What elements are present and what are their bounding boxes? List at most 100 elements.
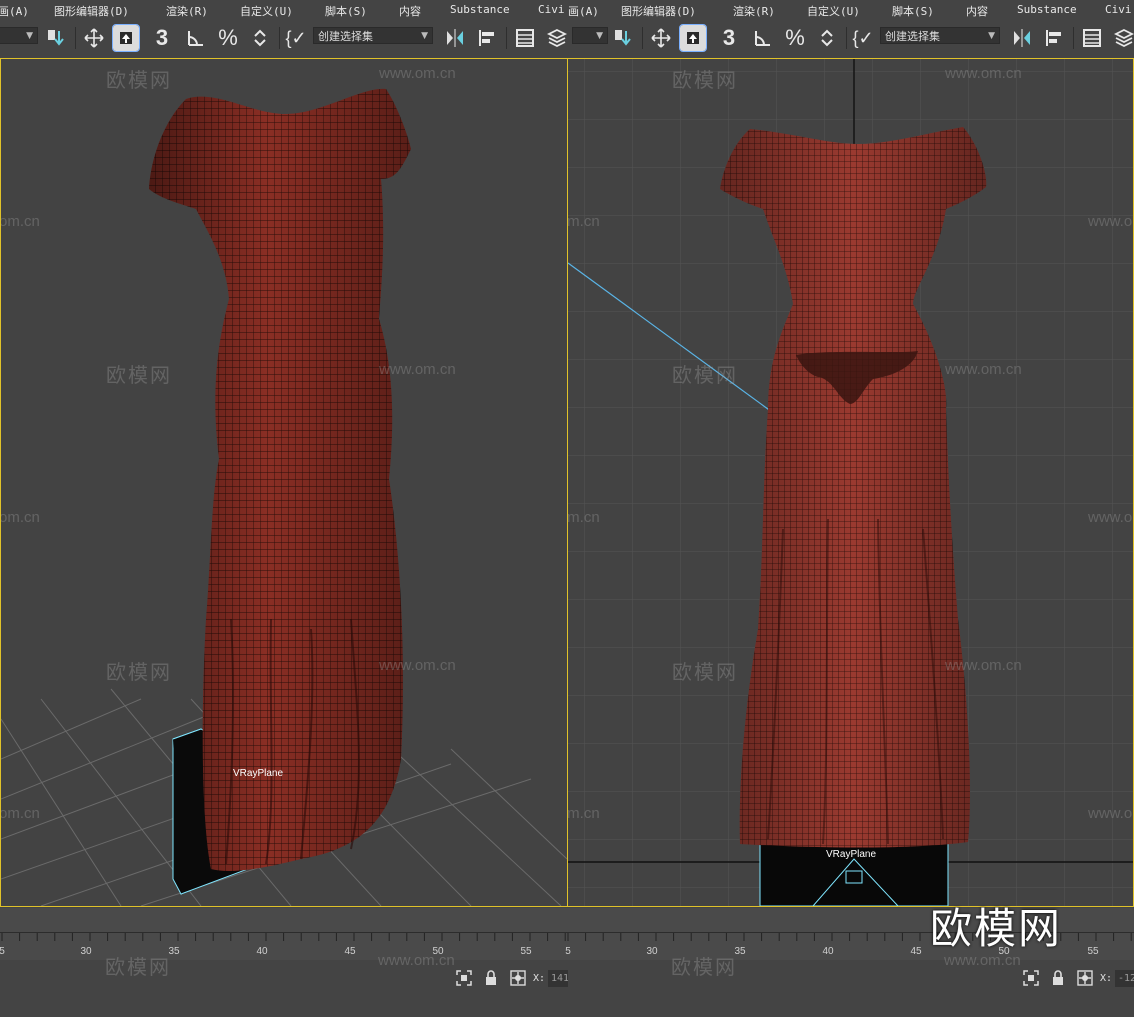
select-move-icon[interactable] — [81, 25, 107, 51]
watermark-url: www.om.cn — [945, 657, 1022, 674]
absolute-mode-icon[interactable] — [1077, 970, 1093, 986]
select-move-icon[interactable] — [648, 25, 674, 51]
selection-filter-dropdown[interactable]: ▼ — [0, 27, 38, 44]
watermark-url: www.om.cn — [567, 509, 600, 526]
menu-animation[interactable]: 画(A) — [0, 3, 29, 19]
scene-explorer-icon[interactable] — [512, 25, 538, 51]
named-selection-set-dropdown[interactable]: 创建选择集 ▼ — [313, 27, 433, 44]
watermark-text: 欧模网 — [672, 662, 738, 684]
align-icon[interactable] — [1041, 25, 1067, 51]
mirror-icon[interactable] — [1009, 25, 1035, 51]
menu-graph-editors-2[interactable]: 图形编辑器(D) — [621, 3, 696, 19]
toolbar-divider — [506, 27, 507, 49]
timeline-tick-label: 5 — [565, 946, 571, 957]
chevron-down-icon: ▼ — [596, 31, 603, 41]
main-toolbar: ▼ 3 % {✓ 创建选择集 ▼ ▼ 3 % {✓ 创建选择集 ▼ — [0, 19, 1134, 57]
isolate-selection-icon[interactable] — [1023, 970, 1039, 986]
watermark-url: www.om.cn — [378, 952, 455, 969]
edit-named-selection-icon[interactable]: {✓ — [283, 25, 309, 51]
front-scene — [568, 59, 1133, 906]
watermark-url: om.cn — [0, 213, 40, 230]
selection-filter-dropdown-2[interactable]: ▼ — [572, 27, 608, 44]
menu-rendering[interactable]: 渲染(R) — [166, 3, 208, 19]
align-icon[interactable] — [474, 25, 500, 51]
toolbar-divider — [642, 27, 643, 49]
lock-icon[interactable] — [1050, 970, 1066, 986]
front-viewport[interactable]: VRayPlane 欧模网 www.om.cn www.om.cn www.om… — [567, 58, 1134, 907]
named-selection-set-dropdown-2[interactable]: 创建选择集 ▼ — [880, 27, 1000, 44]
watermark-text: 欧模网 — [671, 957, 737, 979]
angle-snap-icon[interactable] — [750, 25, 776, 51]
watermark-text: 欧模网 — [106, 70, 172, 92]
snap-toggle-icon[interactable]: 3 — [716, 25, 742, 51]
timeline-tick-label: 40 — [256, 946, 268, 957]
menu-substance-2[interactable]: Substance — [1017, 3, 1077, 16]
toolbar-divider — [279, 27, 280, 49]
menu-customize-2[interactable]: 自定义(U) — [807, 3, 860, 19]
scene-explorer-icon[interactable] — [1079, 25, 1105, 51]
vray-plane-label: VRayPlane — [826, 849, 877, 860]
chevron-down-icon: ▼ — [988, 31, 995, 41]
vray-plane-label: VRayPlane — [233, 768, 284, 779]
toolbar-divider — [846, 27, 847, 49]
menu-content-2[interactable]: 内容 — [966, 3, 988, 19]
mirror-icon[interactable] — [442, 25, 468, 51]
menu-content[interactable]: 内容 — [399, 3, 421, 19]
perspective-viewport[interactable]: VRayPlane 欧模网 www.om.cn om.cn 欧模网 www.om… — [0, 58, 568, 907]
menu-graph-editors[interactable]: 图形编辑器(D) — [54, 3, 129, 19]
isolate-selection-icon[interactable] — [456, 970, 472, 986]
lock-icon[interactable] — [483, 970, 499, 986]
x-coordinate-field[interactable]: 141 — [548, 970, 568, 987]
select-object-icon[interactable] — [112, 24, 140, 52]
watermark-url: www.om.cn — [379, 65, 456, 82]
toolbar-divider — [1073, 27, 1074, 49]
watermark-url: www.om.cn — [1088, 805, 1133, 822]
layer-explorer-icon[interactable] — [544, 25, 570, 51]
watermark-url: om.cn — [0, 805, 40, 822]
percent-snap-icon[interactable]: % — [215, 25, 241, 51]
watermark-url: www.om.cn — [945, 65, 1022, 82]
watermark-url: www.om.cn — [1088, 509, 1133, 526]
watermark-url: www.om.cn — [379, 657, 456, 674]
spinner-snap-icon[interactable] — [247, 25, 273, 51]
menu-rendering-2[interactable]: 渲染(R) — [733, 3, 775, 19]
select-link-icon[interactable] — [610, 25, 636, 51]
watermark-url: www.om.cn — [567, 213, 600, 230]
perspective-scene — [1, 88, 567, 906]
chevron-down-icon: ▼ — [26, 31, 33, 41]
x-coordinate-label: X: — [1100, 973, 1113, 984]
watermark-text: 欧模网 — [672, 70, 738, 92]
menu-civil[interactable]: Civi — [538, 3, 565, 16]
menu-bar: 画(A) 图形编辑器(D) 渲染(R) 自定义(U) 脚本(S) 内容 Subs… — [0, 0, 1134, 19]
angle-snap-icon[interactable] — [183, 25, 209, 51]
chevron-down-icon: ▼ — [421, 31, 428, 41]
timeline-tick-label: 55 — [520, 946, 532, 957]
menu-animation-2[interactable]: 画(A) — [568, 3, 599, 19]
timeline-tick-label: 45 — [344, 946, 356, 957]
select-object-icon[interactable] — [679, 24, 707, 52]
layer-explorer-icon[interactable] — [1111, 25, 1134, 51]
x-coordinate-field[interactable]: -12 — [1115, 970, 1134, 987]
absolute-mode-icon[interactable] — [510, 970, 526, 986]
watermark-url: www.om.cn — [379, 361, 456, 378]
watermark-text: 欧模网 — [105, 957, 171, 979]
snap-toggle-icon[interactable]: 3 — [149, 25, 175, 51]
watermark-url: www.om.cn — [567, 805, 600, 822]
menu-scripting-2[interactable]: 脚本(S) — [892, 3, 934, 19]
status-bar: 欧模网 www.om.cn 欧模网 www.om.cn X: 141 X: -1… — [0, 952, 1134, 1017]
percent-snap-icon[interactable]: % — [782, 25, 808, 51]
x-coordinate-label: X: — [533, 973, 546, 984]
menu-substance[interactable]: Substance — [450, 3, 510, 16]
menu-customize[interactable]: 自定义(U) — [240, 3, 293, 19]
edit-named-selection-icon[interactable]: {✓ — [850, 25, 876, 51]
spinner-snap-icon[interactable] — [814, 25, 840, 51]
menu-civil-2[interactable]: Civi — [1105, 3, 1132, 16]
watermark-url: om.cn — [0, 509, 40, 526]
named-selection-set-text: 创建选择集 — [885, 30, 940, 43]
watermark-text: 欧模网 — [672, 365, 738, 387]
timeline-tick-label: 40 — [822, 946, 834, 957]
timeline-tick-label: 5 — [0, 946, 5, 957]
select-link-icon[interactable] — [43, 25, 69, 51]
menu-scripting[interactable]: 脚本(S) — [325, 3, 367, 19]
site-watermark: 欧模网 — [930, 904, 1063, 953]
